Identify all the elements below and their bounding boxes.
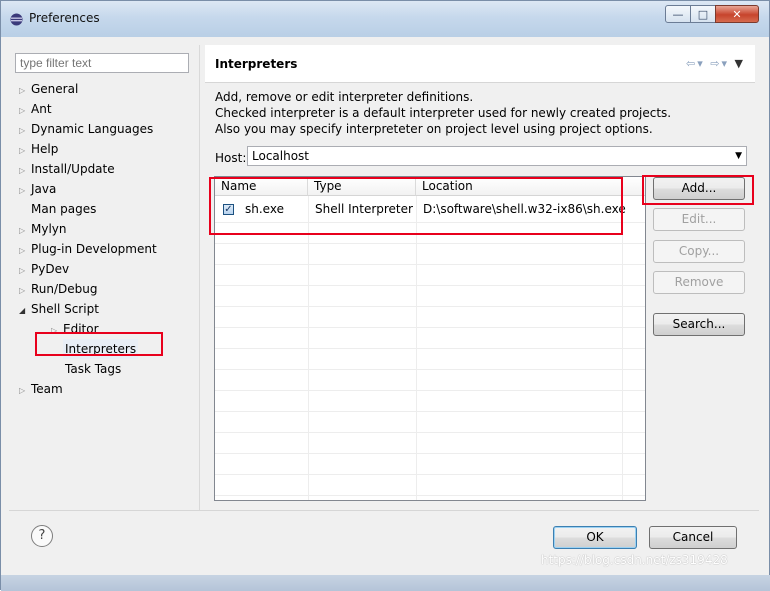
tree-item-label: Plug-in Development	[31, 242, 157, 256]
copy-button[interactable]: Copy...	[653, 240, 745, 263]
tree-item-label: Task Tags	[65, 362, 122, 376]
taskbar-strip	[1, 575, 770, 591]
tree-item-dynamic-languages[interactable]: ▷ Dynamic Languages	[19, 119, 153, 139]
tree-item-general[interactable]: ▷ General	[19, 79, 78, 99]
collapsed-arrow-icon[interactable]: ▷	[19, 141, 31, 161]
tree-item-label: Ant	[31, 102, 52, 116]
expanded-arrow-icon[interactable]: ◢	[19, 301, 31, 321]
tree-item-team[interactable]: ▷ Team	[19, 379, 63, 399]
row-divider	[215, 390, 645, 391]
collapsed-arrow-icon[interactable]: ▷	[19, 381, 31, 401]
collapsed-arrow-icon[interactable]: ▷	[19, 261, 31, 281]
row-divider	[215, 264, 645, 265]
tree-item-mylyn[interactable]: ▷ Mylyn	[19, 219, 67, 239]
row-divider	[215, 348, 645, 349]
host-label: Host:	[215, 151, 247, 165]
tree-item-install-update[interactable]: ▷ Install/Update	[19, 159, 115, 179]
tree-item-man-pages[interactable]: Man pages	[31, 199, 96, 219]
row-divider	[215, 411, 645, 412]
page-title: Interpreters	[215, 57, 298, 71]
host-value: Localhost	[252, 149, 310, 163]
maximize-icon: □	[697, 7, 709, 21]
tree-item-pydev[interactable]: ▷ PyDev	[19, 259, 69, 279]
tree-item-label: General	[31, 82, 79, 96]
history-navigation: ⇦▾ ⇨▾ ▼	[686, 57, 745, 70]
tree-item-task-tags[interactable]: Task Tags	[65, 359, 121, 379]
filter-input[interactable]	[15, 53, 189, 73]
row-divider	[215, 432, 645, 433]
tree-item-run-debug[interactable]: ▷ Run/Debug	[19, 279, 98, 299]
highlight-box-interpreters	[35, 332, 163, 356]
tree-item-label: Help	[31, 142, 59, 156]
tree-item-ant[interactable]: ▷ Ant	[19, 99, 52, 119]
close-icon: ✕	[732, 7, 742, 21]
row-divider	[215, 453, 645, 454]
row-divider	[215, 285, 645, 286]
tree-item-label: Dynamic Languages	[31, 122, 154, 136]
host-select[interactable]: Localhost ▼	[247, 146, 747, 166]
tree-item-shell-script[interactable]: ◢ Shell Script	[19, 299, 99, 319]
eclipse-icon	[10, 13, 23, 26]
tree-item-label: Shell Script	[31, 302, 99, 316]
description-line-1: Add, remove or edit interpreter definiti…	[215, 90, 474, 104]
window-controls: — □ ✕	[665, 5, 759, 23]
tree-item-label: Run/Debug	[31, 282, 98, 296]
tree-item-plugin-development[interactable]: ▷ Plug-in Development	[19, 239, 157, 259]
tree-item-java[interactable]: ▷ Java	[19, 179, 56, 199]
cancel-button[interactable]: Cancel	[649, 526, 737, 549]
collapsed-arrow-icon[interactable]: ▷	[19, 161, 31, 181]
forward-dropdown-icon[interactable]: ▾	[722, 57, 730, 70]
collapsed-arrow-icon[interactable]: ▷	[19, 121, 31, 141]
view-menu-icon[interactable]: ▼	[735, 57, 745, 70]
search-button[interactable]: Search...	[653, 313, 745, 336]
tree-item-label: Install/Update	[31, 162, 115, 176]
edit-button[interactable]: Edit...	[653, 208, 745, 231]
row-divider	[215, 306, 645, 307]
collapsed-arrow-icon[interactable]: ▷	[19, 241, 31, 261]
back-arrow-icon[interactable]: ⇦	[686, 57, 697, 70]
window-title: Preferences	[29, 11, 100, 25]
collapsed-arrow-icon[interactable]: ▷	[19, 181, 31, 201]
highlight-box-add-button	[642, 175, 754, 205]
collapsed-arrow-icon[interactable]: ▷	[19, 81, 31, 101]
ok-button[interactable]: OK	[553, 526, 637, 549]
description-line-2: Checked interpreter is a default interpr…	[215, 106, 672, 120]
tree-item-help[interactable]: ▷ Help	[19, 139, 58, 159]
tree-item-label: Team	[31, 382, 63, 396]
row-divider	[215, 327, 645, 328]
remove-button[interactable]: Remove	[653, 271, 745, 294]
minimize-button[interactable]: —	[665, 5, 691, 23]
watermark: https://blog.csdn.net/zs319428	[541, 553, 728, 567]
highlight-box-table-row	[209, 177, 623, 235]
dropdown-arrow-icon[interactable]: ▼	[735, 151, 742, 161]
page-header: Interpreters ⇦▾ ⇨▾ ▼	[205, 45, 755, 83]
pane-divider[interactable]	[199, 45, 200, 510]
title-bar[interactable]: Preferences — □ ✕	[1, 1, 769, 37]
tree-item-label: PyDev	[31, 262, 70, 276]
row-divider	[215, 369, 645, 370]
close-button[interactable]: ✕	[715, 5, 759, 23]
collapsed-arrow-icon[interactable]: ▷	[19, 221, 31, 241]
minimize-icon: —	[672, 7, 684, 21]
tree-item-label: Man pages	[31, 202, 97, 216]
tree-item-label: Mylyn	[31, 222, 67, 236]
collapsed-arrow-icon[interactable]: ▷	[19, 281, 31, 301]
button-bar-separator	[9, 510, 759, 511]
description-line-3: Also you may specify interpreteter on pr…	[215, 122, 653, 136]
tree-item-label: Java	[31, 182, 57, 196]
row-divider	[215, 474, 645, 475]
forward-arrow-icon[interactable]: ⇨	[710, 57, 721, 70]
help-icon[interactable]: ?	[31, 525, 53, 547]
back-dropdown-icon[interactable]: ▾	[697, 57, 705, 70]
row-divider	[215, 243, 645, 244]
maximize-button[interactable]: □	[690, 5, 716, 23]
row-divider	[215, 495, 645, 496]
collapsed-arrow-icon[interactable]: ▷	[19, 101, 31, 121]
preferences-window: Preferences — □ ✕ ▷General ▷Ant ▷Dynamic…	[0, 0, 770, 591]
